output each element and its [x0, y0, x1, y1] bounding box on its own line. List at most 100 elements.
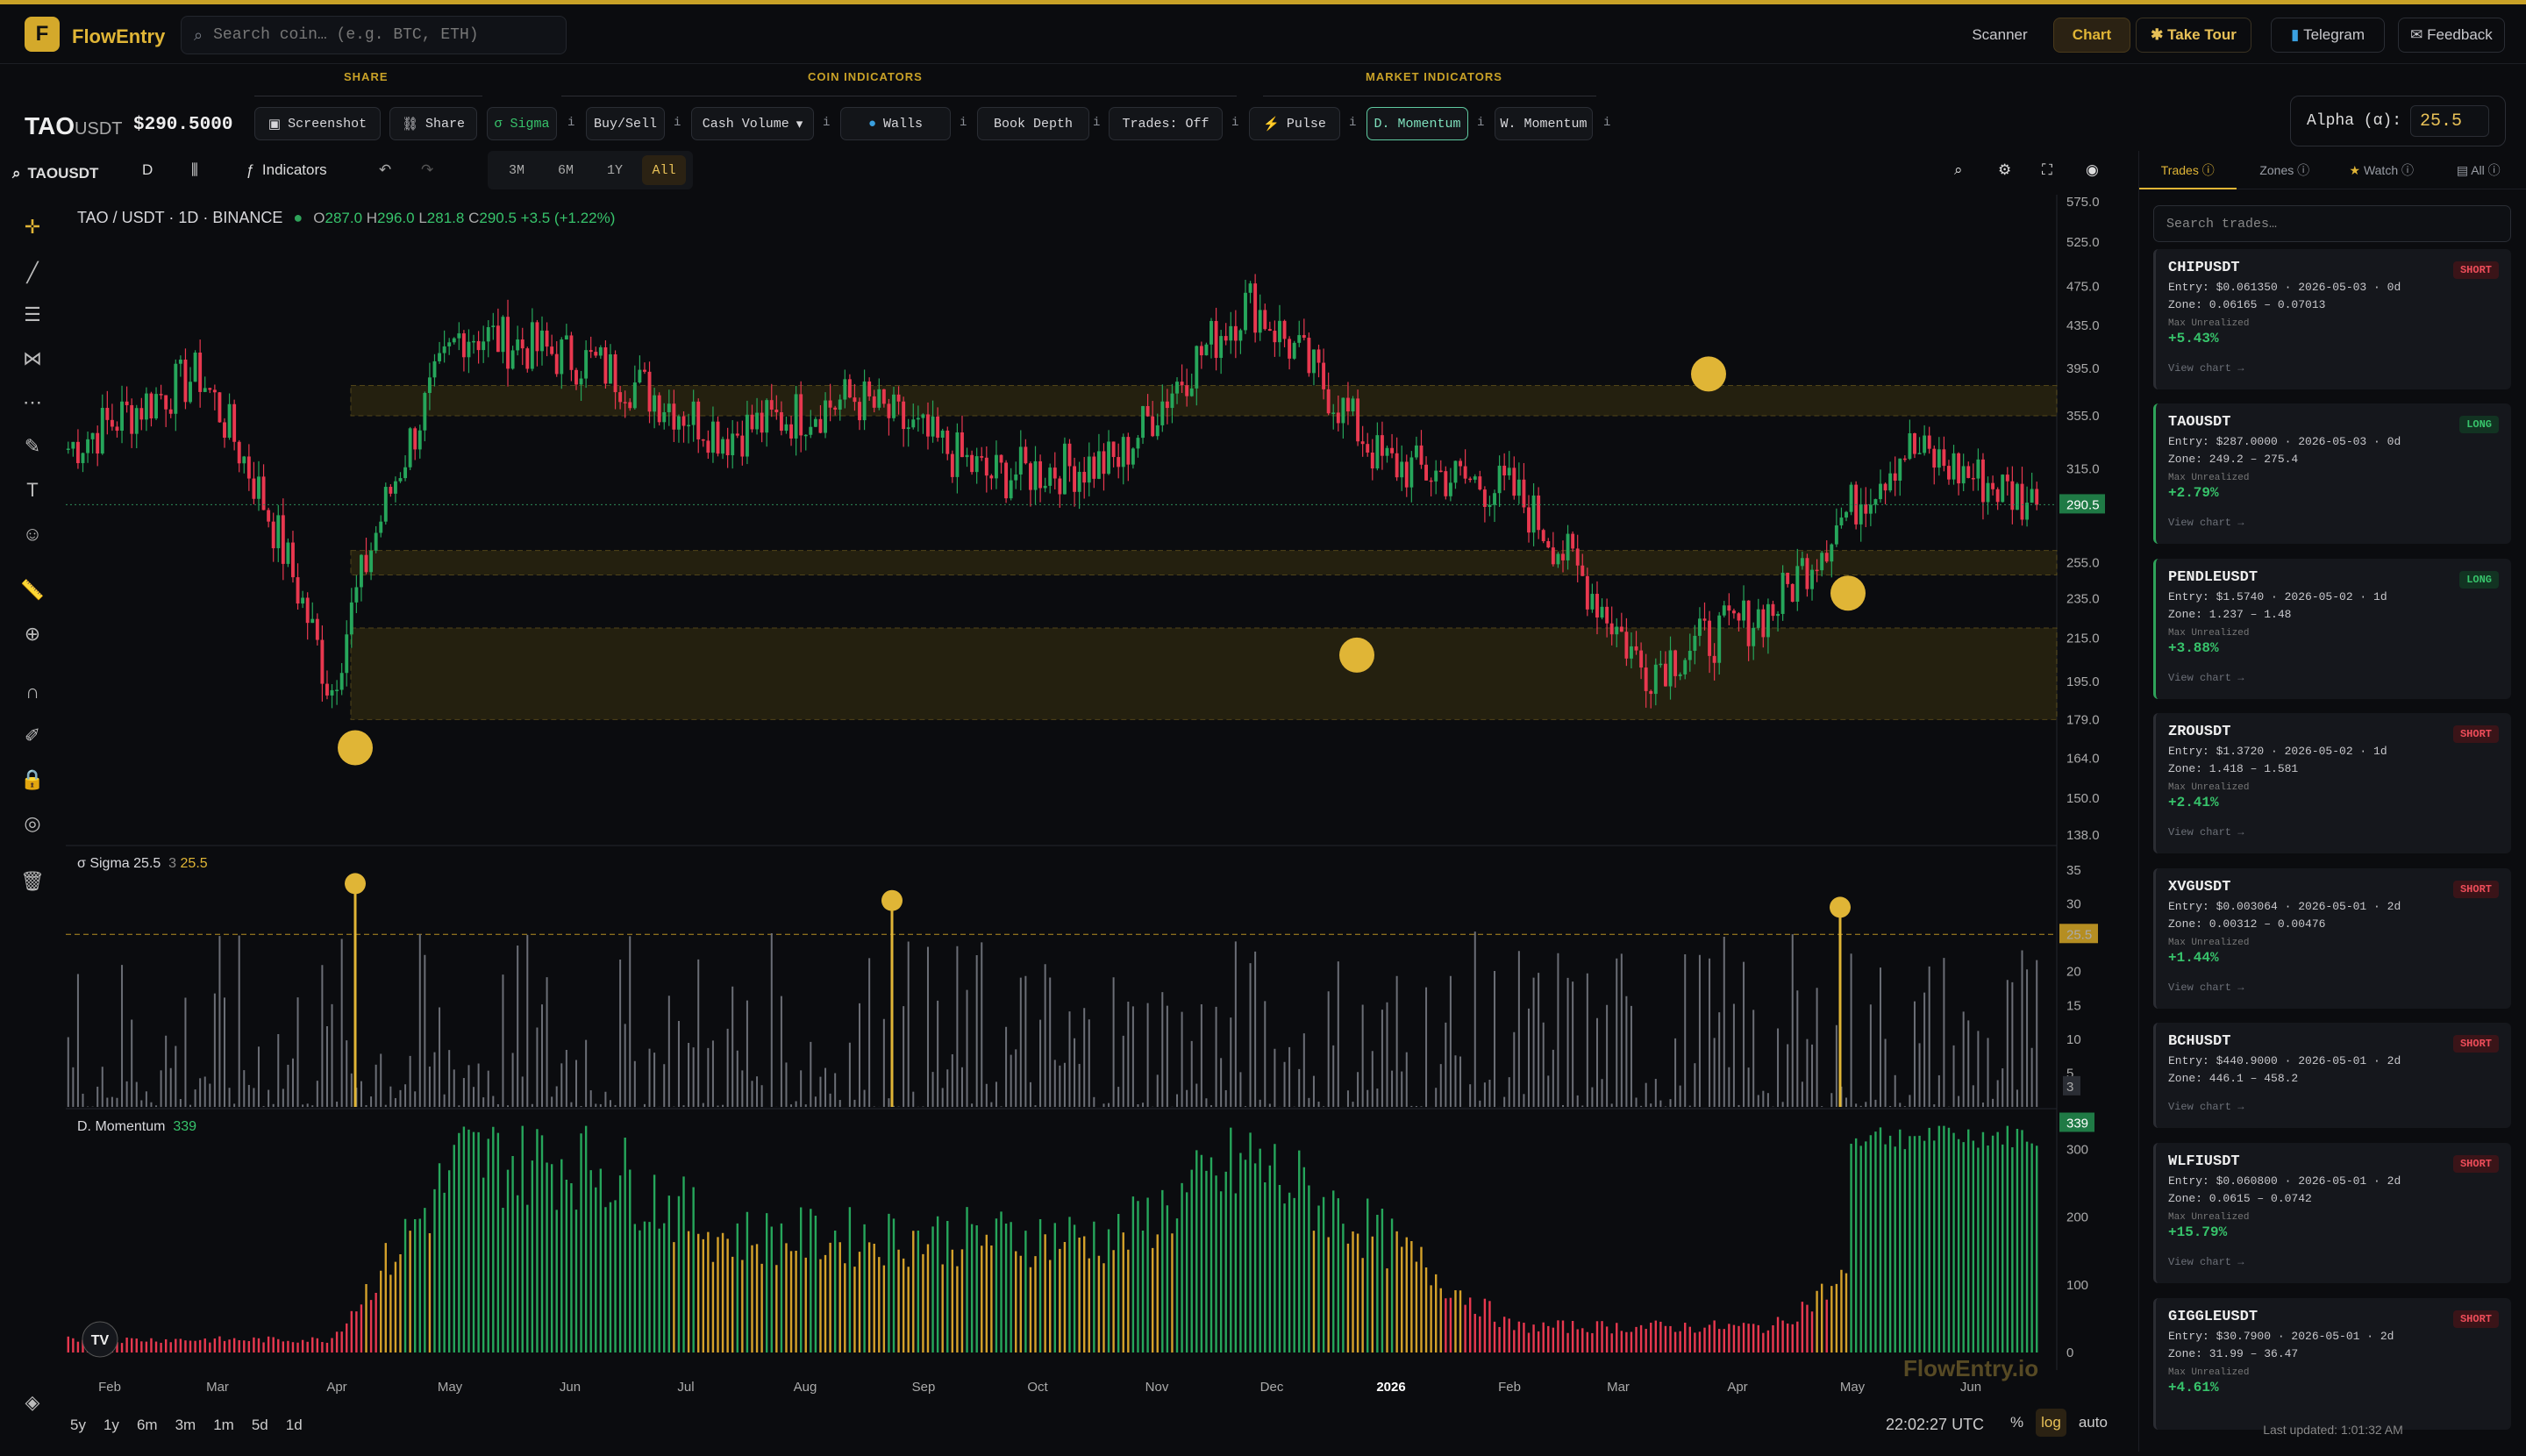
- percent-scale-button[interactable]: %: [2005, 1409, 2029, 1437]
- info-icon[interactable]: i: [567, 116, 574, 130]
- view-chart-link[interactable]: View chart →: [2168, 981, 2499, 994]
- lock-icon[interactable]: 🔒: [16, 763, 49, 796]
- trade-card[interactable]: CHIPUSDTEntry: $0.061350 · 2026-05-03 · …: [2153, 249, 2511, 389]
- trades-toggle[interactable]: Trades: Off: [1109, 107, 1223, 140]
- candle-body: [1620, 626, 1623, 632]
- range-all[interactable]: All: [642, 155, 686, 185]
- snapshot-icon[interactable]: ◉: [2086, 161, 2099, 179]
- candle-body: [1517, 480, 1521, 496]
- info-icon[interactable]: i: [1093, 116, 1100, 130]
- period-5d[interactable]: 5d: [252, 1417, 268, 1434]
- view-chart-link[interactable]: View chart →: [2168, 672, 2499, 684]
- view-chart-link[interactable]: View chart →: [2168, 1256, 2499, 1268]
- magnet-icon[interactable]: ∩: [16, 675, 49, 709]
- view-chart-link[interactable]: View chart →: [2168, 362, 2499, 375]
- ruler-icon[interactable]: 📏: [16, 574, 49, 607]
- tab-watch[interactable]: ★ Watch ⓘ: [2333, 151, 2430, 189]
- zoom-icon[interactable]: ⌕: [1954, 161, 1963, 179]
- screenshot-button[interactable]: ▣Screenshot: [254, 107, 381, 140]
- pattern-icon[interactable]: ⋈: [16, 342, 49, 375]
- candle-body: [574, 370, 578, 385]
- fullscreen-icon[interactable]: ⛶: [2042, 161, 2052, 179]
- interval-selector[interactable]: D: [142, 161, 153, 179]
- info-icon[interactable]: i: [674, 116, 681, 130]
- info-icon[interactable]: i: [1477, 116, 1484, 130]
- view-chart-link[interactable]: View chart →: [2168, 517, 2499, 529]
- range-1y[interactable]: 1Y: [593, 155, 637, 185]
- period-3m[interactable]: 3m: [175, 1417, 196, 1434]
- trade-card[interactable]: ZROUSDTEntry: $1.3720 · 2026-05-02 · 1dZ…: [2153, 713, 2511, 853]
- tab-trades[interactable]: Trades ⓘ: [2139, 151, 2237, 189]
- search-input[interactable]: [213, 26, 546, 44]
- emoji-icon[interactable]: ☺: [16, 517, 49, 551]
- trash-icon[interactable]: 🗑: [16, 865, 49, 898]
- view-chart-link[interactable]: View chart →: [2168, 1101, 2499, 1113]
- brush-icon[interactable]: ✎: [16, 430, 49, 463]
- take-tour-button[interactable]: ✱ Take Tour: [2136, 18, 2251, 53]
- trade-card[interactable]: TAOUSDTEntry: $287.0000 · 2026-05-03 · 0…: [2153, 403, 2511, 544]
- candle-body: [2035, 489, 2038, 504]
- nav-chart[interactable]: Chart: [2053, 18, 2130, 53]
- share-button[interactable]: ⛓Share: [389, 107, 477, 140]
- buy-sell-toggle[interactable]: Buy/Sell: [586, 107, 665, 140]
- period-1m[interactable]: 1m: [213, 1417, 234, 1434]
- text-icon[interactable]: T: [16, 474, 49, 507]
- brand-name[interactable]: FlowEntry: [72, 25, 165, 48]
- price-chart[interactable]: 575.0525.0475.0435.0395.0355.0315.0290.5…: [0, 151, 2138, 1452]
- trade-card[interactable]: BCHUSDTEntry: $440.9000 · 2026-05-01 · 2…: [2153, 1023, 2511, 1128]
- range-3m[interactable]: 3M: [495, 155, 539, 185]
- crosshair-icon[interactable]: ✛: [16, 211, 49, 244]
- trade-card[interactable]: WLFIUSDTEntry: $0.060800 · 2026-05-01 · …: [2153, 1143, 2511, 1283]
- view-chart-link[interactable]: View chart →: [2168, 826, 2499, 839]
- momentum-axis-label: 0: [2066, 1345, 2073, 1360]
- log-scale-button[interactable]: log: [2036, 1409, 2066, 1437]
- walls-toggle[interactable]: ●Walls: [840, 107, 951, 140]
- candle-type-icon[interactable]: ⫼: [191, 161, 198, 179]
- zoom-in-icon[interactable]: ⊕: [16, 617, 49, 651]
- undo-icon[interactable]: ↶: [379, 161, 391, 179]
- trade-search-input[interactable]: Search trades…: [2153, 205, 2511, 242]
- lock-drawing-icon[interactable]: ✐: [16, 719, 49, 753]
- sigma-toggle[interactable]: σ Sigma: [487, 107, 557, 140]
- indicators-button[interactable]: ƒ Indicators: [246, 161, 327, 179]
- range-6m[interactable]: 6M: [544, 155, 588, 185]
- cash-volume-dropdown[interactable]: Cash Volume▾: [691, 107, 814, 140]
- period-6m[interactable]: 6m: [137, 1417, 158, 1434]
- nav-scanner[interactable]: Scanner: [1960, 18, 2039, 53]
- book-depth-toggle[interactable]: Book Depth: [977, 107, 1089, 140]
- redo-icon[interactable]: ↷: [421, 161, 433, 179]
- trade-card[interactable]: GIGGLEUSDTEntry: $30.7900 · 2026-05-01 ·…: [2153, 1298, 2511, 1430]
- pulse-toggle[interactable]: ⚡Pulse: [1249, 107, 1340, 140]
- eye-icon[interactable]: ◎: [16, 807, 49, 840]
- period-1y[interactable]: 1y: [103, 1417, 119, 1434]
- period-5y[interactable]: 5y: [70, 1417, 86, 1434]
- info-icon[interactable]: i: [1603, 116, 1610, 130]
- trade-card[interactable]: XVGUSDTEntry: $0.003064 · 2026-05-01 · 2…: [2153, 868, 2511, 1009]
- forecast-icon[interactable]: ⋯: [16, 386, 49, 419]
- info-icon[interactable]: i: [1349, 116, 1356, 130]
- candle-body: [1048, 467, 1052, 486]
- tab-all[interactable]: ▤ All ⓘ: [2430, 151, 2526, 189]
- symbol-search[interactable]: ⌕TAOUSDT: [12, 165, 98, 182]
- tab-zones[interactable]: Zones ⓘ: [2237, 151, 2334, 189]
- coin-search[interactable]: ⌕: [181, 16, 567, 54]
- d-momentum-toggle[interactable]: D. Momentum: [1366, 107, 1468, 140]
- auto-scale-button[interactable]: auto: [2073, 1409, 2113, 1437]
- info-icon[interactable]: i: [960, 116, 967, 130]
- logo[interactable]: F: [25, 17, 60, 52]
- trendline-icon[interactable]: ╱: [16, 256, 49, 289]
- candle-body: [780, 412, 783, 431]
- layers-icon[interactable]: ◈: [16, 1386, 49, 1419]
- watermark: FlowEntry.io: [1903, 1355, 2038, 1382]
- fib-icon[interactable]: ☰: [16, 298, 49, 332]
- alpha-input[interactable]: 25.5: [2410, 105, 2489, 137]
- w-momentum-toggle[interactable]: W. Momentum: [1495, 107, 1593, 140]
- candle-body: [1576, 548, 1580, 565]
- info-icon[interactable]: i: [823, 116, 830, 130]
- period-1d[interactable]: 1d: [286, 1417, 303, 1434]
- settings-icon[interactable]: ⚙: [1998, 161, 2011, 179]
- feedback-button[interactable]: ✉ Feedback: [2398, 18, 2505, 53]
- telegram-button[interactable]: ▮ Telegram: [2271, 18, 2385, 53]
- info-icon[interactable]: i: [1231, 116, 1238, 130]
- trade-card[interactable]: PENDLEUSDTEntry: $1.5740 · 2026-05-02 · …: [2153, 559, 2511, 699]
